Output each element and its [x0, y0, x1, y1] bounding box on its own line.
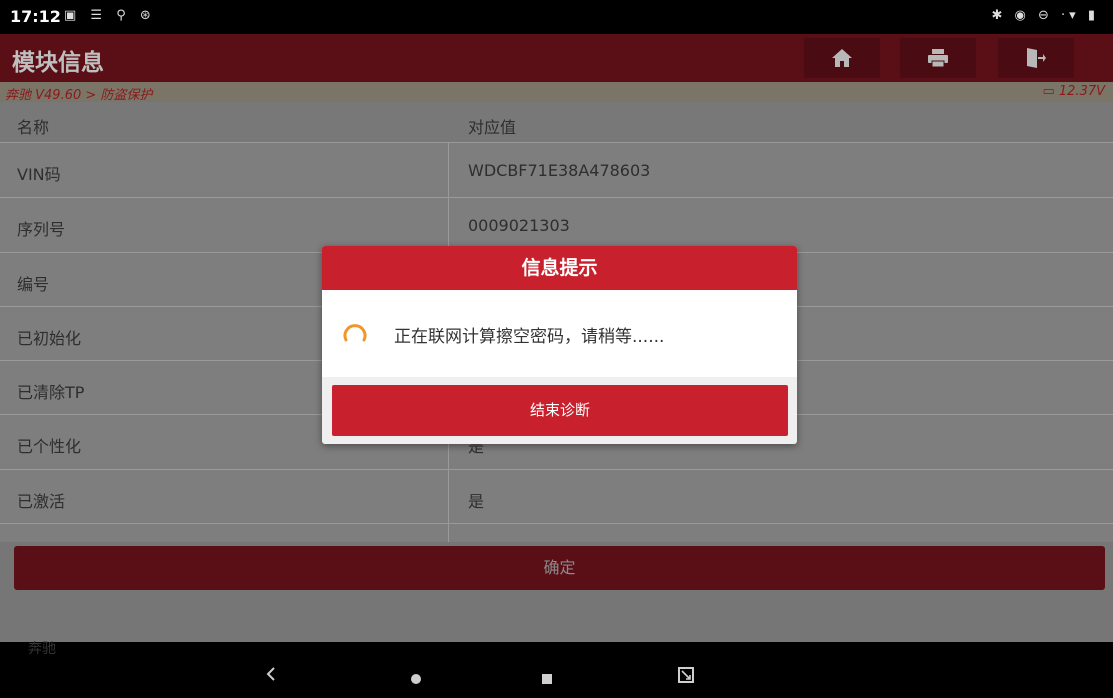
notification-icons: ▣ ☰ ⚲ ⊛	[64, 8, 156, 23]
dialog-message: 正在联网计算擦空密码，请稍等......	[394, 327, 665, 347]
table-row[interactable]: 序列号 0009021303	[0, 198, 1113, 253]
print-icon	[928, 49, 948, 68]
dialog-title: 信息提示	[322, 246, 797, 290]
exit-button[interactable]	[998, 38, 1074, 78]
confirm-button[interactable]: 确定	[14, 546, 1105, 590]
recents-icon	[542, 674, 552, 684]
breadcrumb-bar: 奔驰 V49.60 > 防盗保护 ▭ 12.37V	[0, 82, 1113, 103]
breadcrumb: 奔驰 V49.60 > 防盗保护	[5, 88, 153, 103]
confirm-bar: 确定 奔驰	[0, 542, 1113, 657]
recents-button[interactable]	[541, 670, 553, 689]
row-name: 已清除TP	[17, 383, 85, 402]
home-icon	[832, 49, 852, 67]
row-value: 0009021303	[468, 216, 570, 235]
column-header-name: 名称	[17, 118, 50, 137]
title-bar: 模块信息	[0, 34, 1113, 82]
home-nav-button[interactable]	[410, 670, 422, 689]
battery-icon: ▭	[1042, 84, 1059, 99]
screenshot-icon	[678, 667, 694, 683]
footer-brand-label: 奔驰	[28, 641, 56, 657]
table-row[interactable]: VIN码 WDCBF71E38A478603	[0, 143, 1113, 198]
row-name: 已初始化	[17, 329, 82, 348]
navigation-bar	[0, 658, 1113, 698]
row-name: 编号	[17, 275, 50, 294]
row-name: 已激活	[17, 492, 66, 511]
back-button[interactable]	[264, 664, 278, 688]
home-button[interactable]	[804, 38, 880, 78]
column-header-value: 对应值	[468, 118, 517, 137]
end-diagnosis-button[interactable]: 结束诊断	[332, 385, 788, 436]
page-title: 模块信息	[12, 50, 104, 76]
row-value: 是	[468, 492, 485, 511]
print-button[interactable]	[900, 38, 976, 78]
status-bar: 17:12 ▣ ☰ ⚲ ⊛ ✱ ◉ ⊖ ·▾ ▮	[0, 0, 1113, 34]
loading-spinner-icon	[343, 324, 367, 342]
table-row[interactable]: 已激活 是	[0, 470, 1113, 524]
row-name: 序列号	[17, 220, 66, 239]
battery-voltage: ▭ 12.37V	[1042, 84, 1105, 99]
table-header: 名称 对应值	[0, 102, 1113, 143]
row-value: WDCBF71E38A478603	[468, 161, 651, 180]
exit-icon	[1027, 48, 1046, 68]
system-status-icons: ✱ ◉ ⊖ ·▾ ▮	[991, 8, 1099, 23]
home-circle-icon	[411, 674, 421, 684]
back-icon	[266, 667, 275, 681]
voltage-value: 12.37V	[1058, 84, 1105, 99]
row-name: VIN码	[17, 165, 61, 184]
screenshot-button[interactable]	[678, 667, 694, 687]
row-name: 已个性化	[17, 437, 82, 456]
dialog-body: 正在联网计算擦空密码，请稍等......	[322, 290, 797, 377]
status-time: 17:12	[10, 7, 61, 26]
info-dialog: 信息提示 正在联网计算擦空密码，请稍等...... 结束诊断	[322, 246, 797, 444]
